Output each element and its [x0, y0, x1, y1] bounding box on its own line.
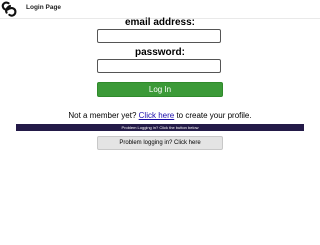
- login-button[interactable]: Log In: [97, 82, 223, 97]
- problem-login-button[interactable]: Problem logging in? Click here: [97, 136, 223, 150]
- password-label: password:: [134, 47, 185, 58]
- password-field[interactable]: [97, 59, 221, 73]
- email-field[interactable]: [97, 29, 221, 43]
- email-label: email address:: [124, 17, 196, 28]
- signup-suffix-text: to create your profile.: [176, 111, 252, 120]
- login-page: Login Page email address: password: Log …: [0, 0, 320, 245]
- problem-login-banner: Problem Logging in? Click the button bel…: [16, 124, 304, 131]
- signup-prompt: Not a member yet? Click here to create y…: [0, 111, 320, 121]
- signup-link[interactable]: Click here: [139, 111, 175, 120]
- signup-prefix-text: Not a member yet?: [68, 111, 137, 120]
- page-title: Login Page: [26, 4, 62, 11]
- link-chain-logo-icon: [1, 1, 17, 17]
